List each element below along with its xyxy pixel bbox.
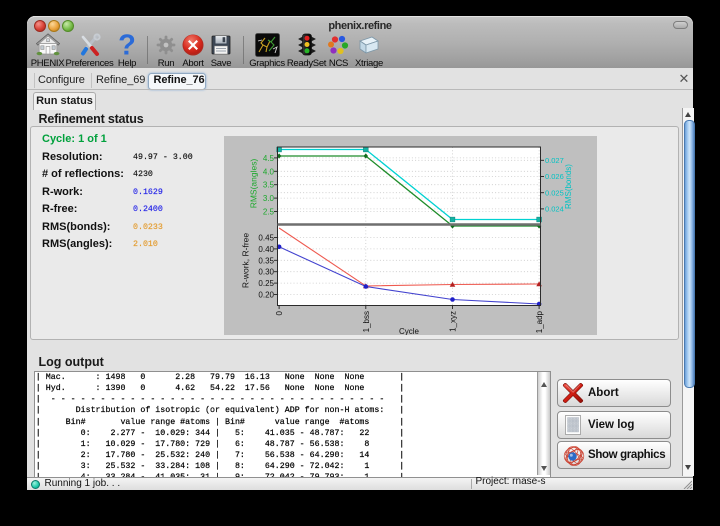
svg-text:3.0: 3.0 bbox=[262, 194, 274, 203]
svg-text:4.5: 4.5 bbox=[262, 153, 274, 162]
svg-text:0: 0 bbox=[275, 310, 284, 315]
svg-text:0.40: 0.40 bbox=[258, 244, 274, 253]
svg-text:0.027: 0.027 bbox=[545, 156, 564, 165]
svg-text:RMS(angles): RMS(angles) bbox=[248, 158, 258, 208]
svg-text:RMS(bonds): RMS(bonds) bbox=[564, 163, 573, 208]
svg-text:0.25: 0.25 bbox=[258, 279, 274, 288]
svg-text:0.20: 0.20 bbox=[258, 290, 274, 299]
svg-text:Cycle: Cycle bbox=[398, 327, 419, 335]
svg-text:0.45: 0.45 bbox=[258, 233, 274, 242]
svg-text:0.026: 0.026 bbox=[545, 172, 564, 181]
svg-text:0.35: 0.35 bbox=[258, 256, 274, 265]
svg-text:R-work, R-free: R-work, R-free bbox=[240, 232, 250, 288]
svg-text:0.024: 0.024 bbox=[545, 204, 564, 213]
svg-text:0.30: 0.30 bbox=[258, 267, 274, 276]
svg-text:3.5: 3.5 bbox=[262, 180, 274, 189]
svg-text:4.0: 4.0 bbox=[262, 167, 274, 176]
svg-text:1_bss: 1_bss bbox=[361, 311, 370, 332]
svg-text:1_adp: 1_adp bbox=[535, 310, 544, 333]
svg-text:2.5: 2.5 bbox=[262, 207, 274, 216]
svg-text:1_xyz: 1_xyz bbox=[448, 311, 457, 332]
svg-text:0.025: 0.025 bbox=[545, 188, 564, 197]
